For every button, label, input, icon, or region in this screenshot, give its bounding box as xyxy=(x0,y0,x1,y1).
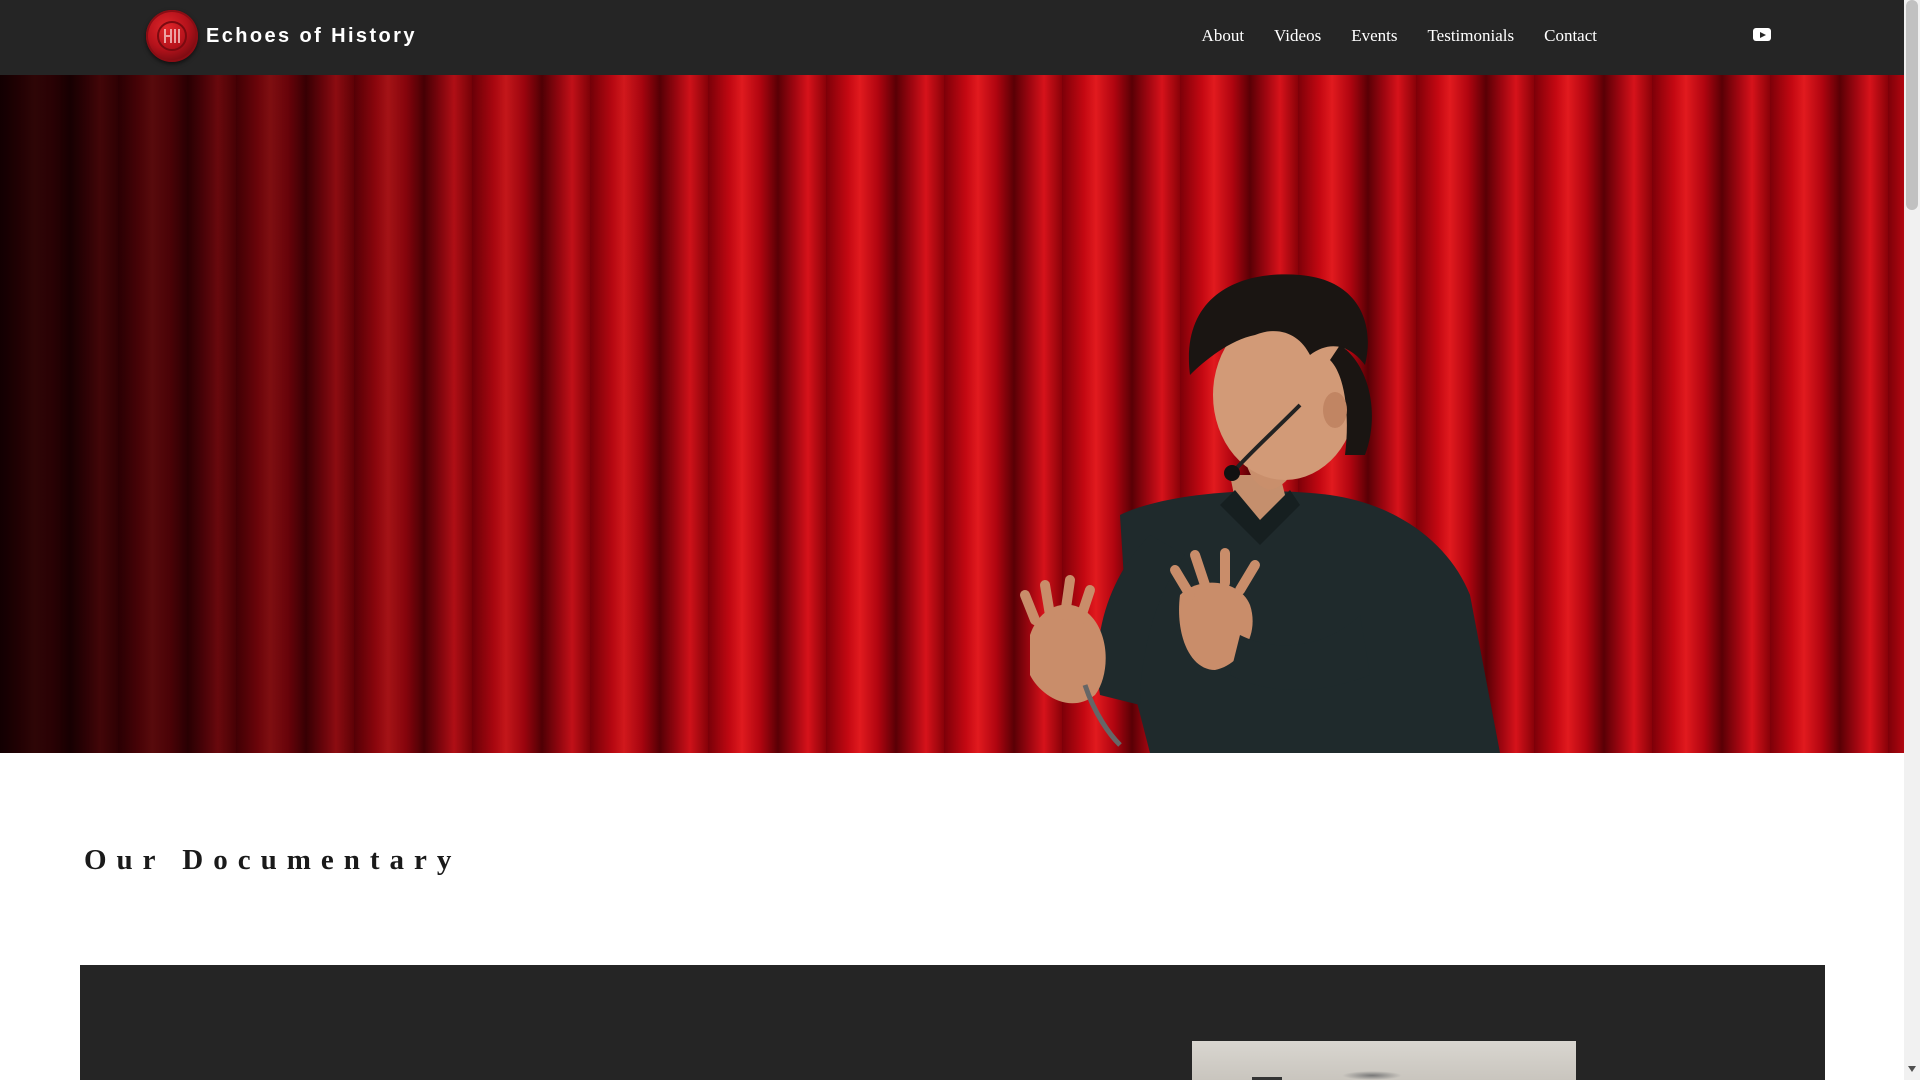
nav-about[interactable]: About xyxy=(1187,26,1260,46)
thumbnail-detail xyxy=(1342,1071,1402,1080)
nav-events[interactable]: Events xyxy=(1336,26,1412,46)
nav-videos[interactable]: Videos xyxy=(1259,26,1336,46)
youtube-icon[interactable] xyxy=(1753,28,1771,41)
main-nav: About Videos Events Testimonials Contact xyxy=(1187,26,1612,46)
site-title[interactable]: Echoes of History xyxy=(206,25,417,48)
logo-link[interactable]: Echoes of History xyxy=(146,10,417,62)
section-title: Our Documentary xyxy=(84,844,462,876)
scrollbar-thumb[interactable] xyxy=(1906,0,1918,210)
site-header: Echoes of History About Videos Events Te… xyxy=(0,0,1904,75)
nav-contact[interactable]: Contact xyxy=(1529,26,1612,46)
nav-testimonials[interactable]: Testimonials xyxy=(1412,26,1529,46)
hero-image xyxy=(0,75,1904,753)
speaker-figure xyxy=(1020,274,1500,753)
wax-seal-logo-icon xyxy=(146,10,198,62)
documentary-thumbnail[interactable] xyxy=(1192,1041,1576,1080)
scroll-down-arrow-icon[interactable] xyxy=(1908,1066,1916,1072)
